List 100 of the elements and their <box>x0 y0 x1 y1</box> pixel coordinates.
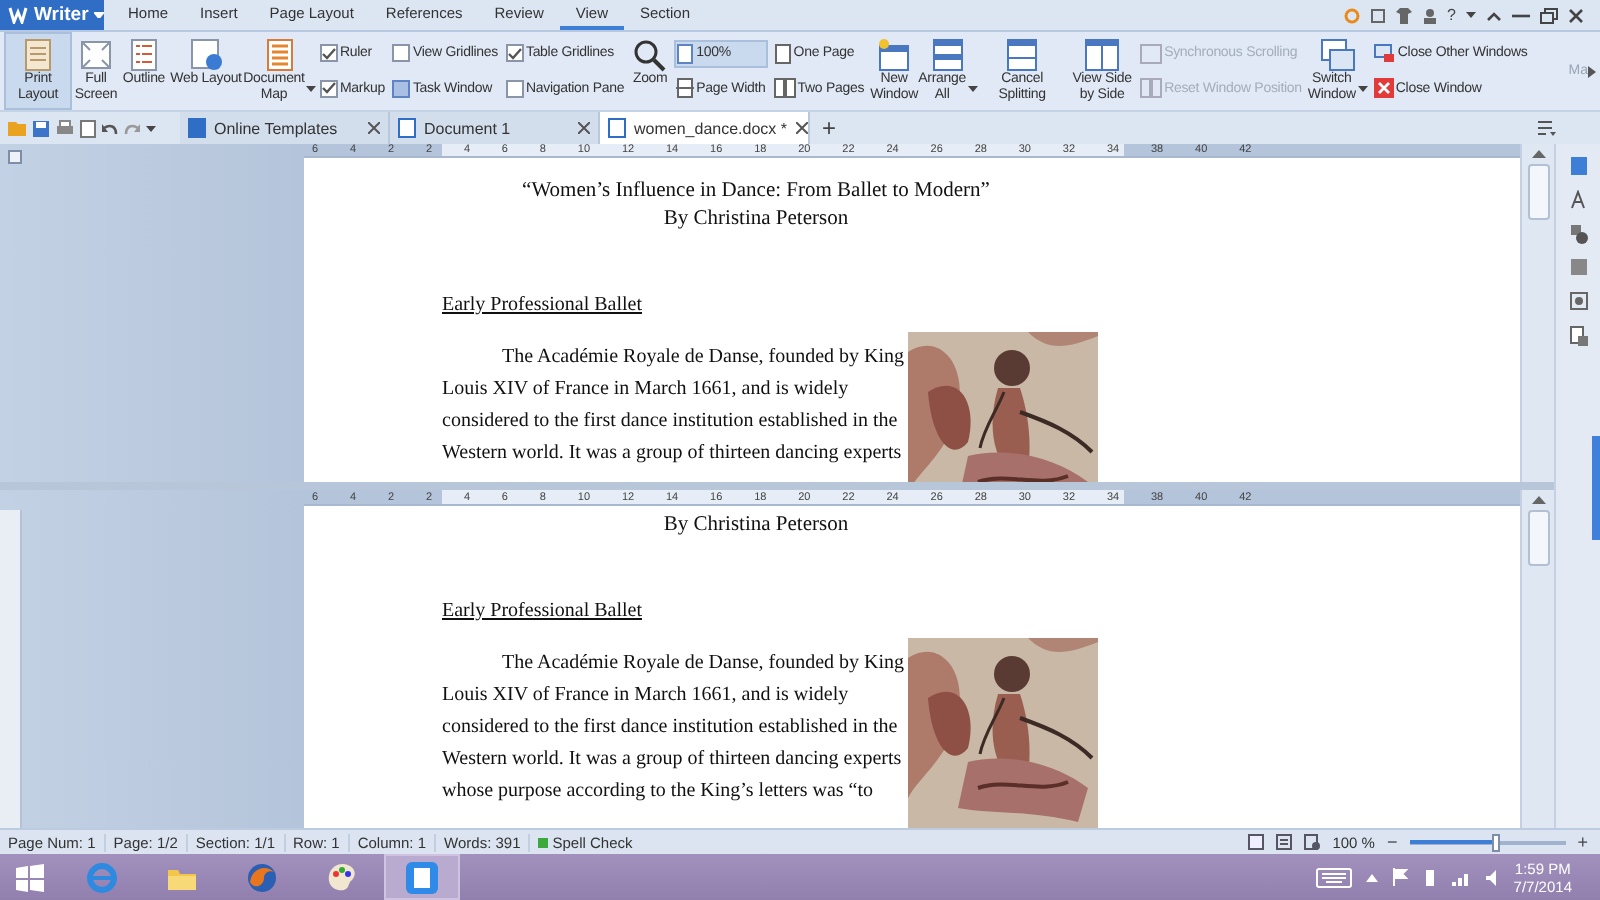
scrollbar[interactable] <box>1520 490 1554 828</box>
writer-logo-icon <box>8 6 28 24</box>
help-button[interactable]: ? <box>1447 6 1456 24</box>
section-heading: Early Professional Ballet <box>442 598 642 626</box>
paragraph-line: Louis XIV of France in March 1661, and is widely <box>442 682 851 710</box>
palette-icon[interactable] <box>326 861 358 893</box>
scrollbar-thumb[interactable] <box>1527 164 1549 220</box>
user-icon[interactable] <box>1421 7 1438 23</box>
redo-icon[interactable] <box>124 121 140 135</box>
two-pages-icon <box>773 78 796 99</box>
checkbox[interactable] <box>505 44 524 63</box>
restore-icon[interactable] <box>1540 7 1558 23</box>
tab-list-icon[interactable] <box>1538 120 1556 136</box>
paragraph-line: Western world. It was a group of thirteen dancing experts <box>442 440 898 468</box>
caret-icon <box>1357 85 1368 91</box>
web-layout-icon <box>188 38 224 72</box>
new-window-icon <box>876 38 913 72</box>
scrollbar[interactable] <box>1520 144 1554 482</box>
document-author: By Christina Peterson <box>661 206 851 234</box>
taskbar-app[interactable] <box>384 854 460 900</box>
shapes-icon[interactable] <box>1569 224 1587 244</box>
paragraph-line: considered to the first dance institution established in the <box>442 714 898 742</box>
panel-handle[interactable] <box>1592 436 1600 540</box>
windows-icon <box>1373 43 1396 64</box>
zoom-in-button[interactable]: + <box>1577 832 1588 852</box>
checkbox[interactable] <box>320 79 338 98</box>
shirt-icon[interactable] <box>1395 7 1412 23</box>
page-icon <box>20 38 56 72</box>
windows-icon <box>1319 38 1356 72</box>
outline-icon <box>126 38 162 72</box>
document-icon <box>608 118 626 138</box>
document-tab[interactable]: women_dance.docx * <box>600 112 810 144</box>
new-tab-button[interactable]: + <box>810 112 849 144</box>
document-tab[interactable]: Document 1 <box>390 112 600 144</box>
page-icon <box>773 43 792 64</box>
save-icon[interactable] <box>32 119 50 137</box>
signal-icon[interactable] <box>1451 869 1472 885</box>
paragraph-line: whose purpose according to the King’s letters was “to <box>442 778 876 806</box>
app-menu-button[interactable]: Writer <box>0 0 104 30</box>
page-corner-icon <box>8 150 22 164</box>
print-icon[interactable] <box>56 120 74 136</box>
document-icon <box>188 118 206 138</box>
paragraph-line: Louis XIV of France in March 1661, and is widely <box>442 376 851 404</box>
checkmark-icon <box>322 82 336 95</box>
page-width-icon <box>676 78 695 99</box>
outline-view-icon[interactable] <box>1276 834 1293 850</box>
split-icon <box>1004 38 1041 72</box>
slider-thumb[interactable] <box>1492 833 1501 851</box>
page-view-icon[interactable] <box>1248 834 1265 850</box>
scroll-up-icon[interactable] <box>1531 496 1545 504</box>
refresh-icon[interactable] <box>1343 7 1360 23</box>
document-title: “Women’s Influence in Dance: From Ballet to Modern” <box>520 178 992 206</box>
close-icon[interactable] <box>368 122 380 134</box>
document-author: By Christina Peterson <box>661 512 851 540</box>
paragraph-line: considered to the first dance institution established in the <box>442 408 898 436</box>
fullscreen-icon <box>78 38 114 72</box>
document-tab[interactable]: Online Templates <box>180 112 390 144</box>
close-icon[interactable] <box>578 122 590 134</box>
scroll-right-icon[interactable] <box>1588 65 1596 77</box>
magnifier-icon <box>632 38 669 72</box>
document-map-icon <box>262 38 298 72</box>
zoom-page-icon <box>676 43 695 64</box>
side-by-side-icon <box>1084 38 1121 72</box>
preview-icon[interactable] <box>80 119 96 137</box>
zoom-out-button[interactable]: − <box>1386 832 1398 852</box>
minimize-icon[interactable] <box>1512 9 1530 21</box>
document-icon[interactable] <box>1569 156 1587 176</box>
close-icon[interactable] <box>1568 7 1584 23</box>
checkbox[interactable] <box>505 79 524 98</box>
checkmark-icon <box>507 47 522 60</box>
checkbox[interactable] <box>320 44 338 63</box>
section-heading: Early Professional Ballet <box>442 292 642 320</box>
checkbox[interactable] <box>392 44 411 63</box>
windows-logo-icon <box>16 863 44 891</box>
caret-icon <box>968 85 978 91</box>
window-icon <box>392 79 411 98</box>
sync-scroll-icon <box>1140 43 1163 64</box>
web-view-icon[interactable] <box>1304 834 1321 850</box>
keyboard-icon[interactable] <box>1315 867 1352 887</box>
fox-browser-icon[interactable] <box>246 861 278 893</box>
scrollbar-thumb[interactable] <box>1527 510 1549 566</box>
volume-icon[interactable] <box>1485 869 1500 885</box>
document-icon <box>398 118 416 138</box>
paragraph-line: Western world. It was a group of thirteen dancing experts <box>442 746 898 774</box>
undo-icon[interactable] <box>102 121 118 135</box>
caret-icon <box>94 12 105 18</box>
tray-arrow-icon[interactable] <box>1365 873 1378 881</box>
checkmark-icon <box>322 47 336 60</box>
flag-icon[interactable] <box>1391 868 1408 886</box>
caret-icon <box>146 125 156 131</box>
collapse-ribbon-icon[interactable] <box>1486 9 1502 21</box>
caret-icon <box>306 85 317 91</box>
close-icon[interactable] <box>795 122 807 134</box>
caret-icon <box>1466 12 1476 18</box>
scroll-up-icon[interactable] <box>1531 150 1545 158</box>
close-icon <box>1373 78 1394 99</box>
arrange-icon <box>930 38 967 72</box>
writer-app-icon[interactable] <box>406 861 438 893</box>
styles-icon[interactable] <box>1569 190 1587 210</box>
reset-position-icon <box>1140 78 1163 99</box>
